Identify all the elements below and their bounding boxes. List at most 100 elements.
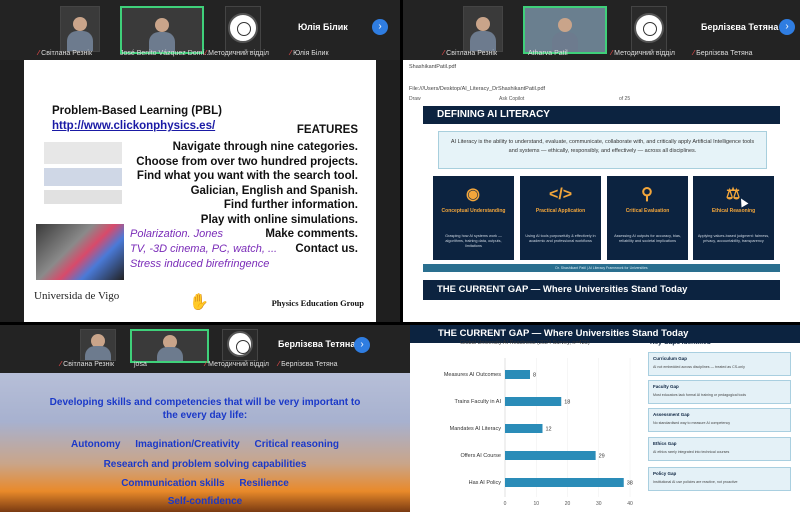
pdf-viewer: ShashikantPatil.pdf File:///Users/Deskto…: [403, 60, 800, 322]
x-tick-label: 10: [533, 501, 539, 507]
polarization-photo: [36, 224, 124, 280]
thumbnail-image: [44, 142, 122, 164]
participant-strip: ⁄ Світлана Резнік José Benito Vázquez Dom…: [0, 0, 400, 60]
bar: [505, 397, 562, 406]
bar: [505, 424, 543, 433]
x-tick-label: 20: [565, 501, 571, 507]
magnifier-icon: ⚲: [641, 186, 653, 203]
gap-heading: THE CURRENT GAP — Where Universities Sta…: [423, 280, 780, 300]
participant-name: Юлія Білик: [298, 22, 348, 32]
chevron-right-icon: ›: [785, 21, 789, 32]
gap-title: Assessment Gap: [653, 412, 690, 417]
next-participants-button[interactable]: ›: [354, 337, 370, 353]
browser-tab[interactable]: ShashikantPatil.pdf: [409, 64, 456, 70]
feature-item: Find what you want with the search tool.: [136, 170, 358, 182]
participant-name: ⁄ Юлія Білик: [290, 50, 329, 57]
participant-name: Atharva Patil: [528, 50, 568, 57]
participant-video[interactable]: [463, 6, 503, 52]
shared-slide: Developing skills and competencies that …: [0, 373, 410, 512]
page-counter[interactable]: of 25: [619, 96, 630, 102]
y-tick-label: Trains Faculty in AI: [454, 399, 501, 405]
video-tile-shared-screen-1: ⁄ Світлана Резнік José Benito Vázquez Dom…: [0, 0, 400, 322]
gap-item: Faculty Gap Most educators lack formal AI…: [648, 380, 791, 404]
slide-link[interactable]: http://www.clickonphysics.es/: [52, 120, 215, 132]
card-title: Ethical Reasoning: [711, 208, 756, 214]
clickonphysics-logo-icon: ✋: [189, 294, 209, 311]
skill: Communication skills: [121, 478, 225, 489]
shared-slide: THE CURRENT GAP — Where Universities Sta…: [410, 325, 800, 512]
y-tick-label: Offers AI Course: [460, 453, 501, 459]
card-text: Grasping how AI systems work — algorithm…: [445, 234, 502, 248]
ask-copilot-button[interactable]: Ask Copilot: [499, 96, 524, 102]
participant-video-active[interactable]: [130, 329, 209, 363]
group-name: Physics Education Group: [271, 298, 364, 308]
feature-item: Find further information.: [223, 199, 358, 211]
participant-avatar[interactable]: [631, 6, 667, 52]
gaps-title: Key Gaps Identified: [650, 339, 711, 346]
skill: Autonomy: [71, 439, 121, 450]
thumbnail-image: [44, 190, 122, 204]
gap-text: AI ethics rarely integrated into technic…: [653, 450, 730, 454]
bar: [505, 478, 624, 487]
video-tile-shared-screen-3: ⁄ Світлана Резнік josa ⁄ Методичний відділ…: [0, 325, 410, 512]
doc-heading-text: DEFINING AI LITERACY: [437, 109, 550, 120]
y-tick-label: Mandates AI Literacy: [450, 426, 502, 432]
gap-text: AI not embedded across disciplines — tre…: [653, 365, 745, 369]
card-title: Conceptual Understanding: [441, 208, 506, 214]
y-tick-label: Has AI Policy: [469, 480, 502, 486]
next-participants-button[interactable]: ›: [779, 19, 795, 35]
skills-row: Autonomy Imagination/Creativity Critical…: [0, 439, 410, 450]
y-tick-label: Measures AI Outcomes: [444, 372, 501, 378]
gap-text: Institutional AI use policies are reacti…: [653, 480, 738, 484]
slide-text: the every day life:: [162, 410, 248, 421]
university-seal-icon: [228, 13, 258, 43]
participant-strip: ⁄ Світлана Резнік josa ⁄ Методичний відділ…: [0, 325, 410, 373]
readiness-bar-chart: 0 10 20 30 40 Measures AI Outcomes 8 Trains Fac…: [444, 358, 633, 507]
video-tile-shared-screen-4: THE CURRENT GAP — Where Universities Sta…: [410, 325, 800, 512]
bar: [505, 370, 530, 379]
data-label: 18: [564, 400, 570, 406]
skill: Resilience: [239, 478, 289, 489]
next-participants-button[interactable]: ›: [372, 19, 388, 35]
address-bar[interactable]: File:///Users/Desktop/AI_Literacy_DrShas…: [409, 86, 545, 92]
gap-title: Ethics Gap: [653, 441, 677, 446]
thumbnail-image: [44, 168, 122, 186]
doc-footer-text: Dr. Shashikant Patil | AI Literacy Frame…: [555, 266, 648, 270]
features-label: FEATURES: [296, 124, 358, 136]
participant-video[interactable]: [80, 329, 116, 361]
brain-icon: ◉: [466, 186, 480, 203]
literacy-card: ⚲ Critical Evaluation Assessing AI outpu…: [607, 176, 688, 260]
participant-avatar[interactable]: [225, 6, 261, 52]
participant-name: Берлізєва Тетяна: [701, 22, 779, 32]
participant-avatar[interactable]: [222, 329, 258, 361]
pdf-page: DEFINING AI LITERACY AI Literacy is the …: [423, 106, 780, 322]
card-title: Practical Application: [535, 208, 586, 214]
slide-title: Problem-Based Learning (PBL): [52, 105, 222, 117]
shared-slide: Problem-Based Learning (PBL) http://www.…: [24, 60, 376, 322]
x-tick-label: 40: [627, 501, 633, 507]
feature-item: Play with online simulations.: [200, 213, 358, 226]
skill: Imagination/Creativity: [135, 439, 240, 450]
data-label: 8: [533, 373, 536, 379]
participant-video[interactable]: [60, 6, 100, 52]
draw-button[interactable]: Draw: [409, 96, 421, 102]
polarization-line: Polarization. Jones: [130, 228, 223, 240]
slide-heading-text: THE CURRENT GAP — Where Universities Sta…: [438, 328, 689, 339]
participant-name: ⁄ Методичний відділ: [205, 50, 269, 57]
feature-item: Choose from over two hundred projects.: [136, 155, 358, 168]
video-tile-shared-screen-2: ⁄ Світлана Резнік Atharva Patil ⁄ Методичн…: [403, 0, 800, 322]
data-label: 38: [627, 481, 633, 487]
x-tick-label: 30: [596, 501, 602, 507]
participant-name: ⁄ Берлізєва Тетяна: [278, 361, 338, 368]
doc-footer: Dr. Shashikant Patil | AI Literacy Frame…: [423, 264, 780, 272]
gap-heading-text: THE CURRENT GAP — Where Universities Sta…: [437, 284, 688, 295]
university-logo: Universida de Vigo: [34, 290, 120, 302]
card-text: Using AI tools purposefully & effectivel…: [525, 234, 596, 243]
participant-name: Берлізєва Тетяна: [278, 339, 356, 349]
chevron-right-icon: ›: [360, 339, 364, 350]
slide-text: Developing skills and competencies that …: [49, 397, 361, 408]
chevron-right-icon: ›: [378, 21, 382, 32]
skill: Self-confidence: [167, 496, 243, 507]
participant-video-active[interactable]: [120, 6, 204, 54]
participant-video-active[interactable]: [523, 6, 607, 54]
